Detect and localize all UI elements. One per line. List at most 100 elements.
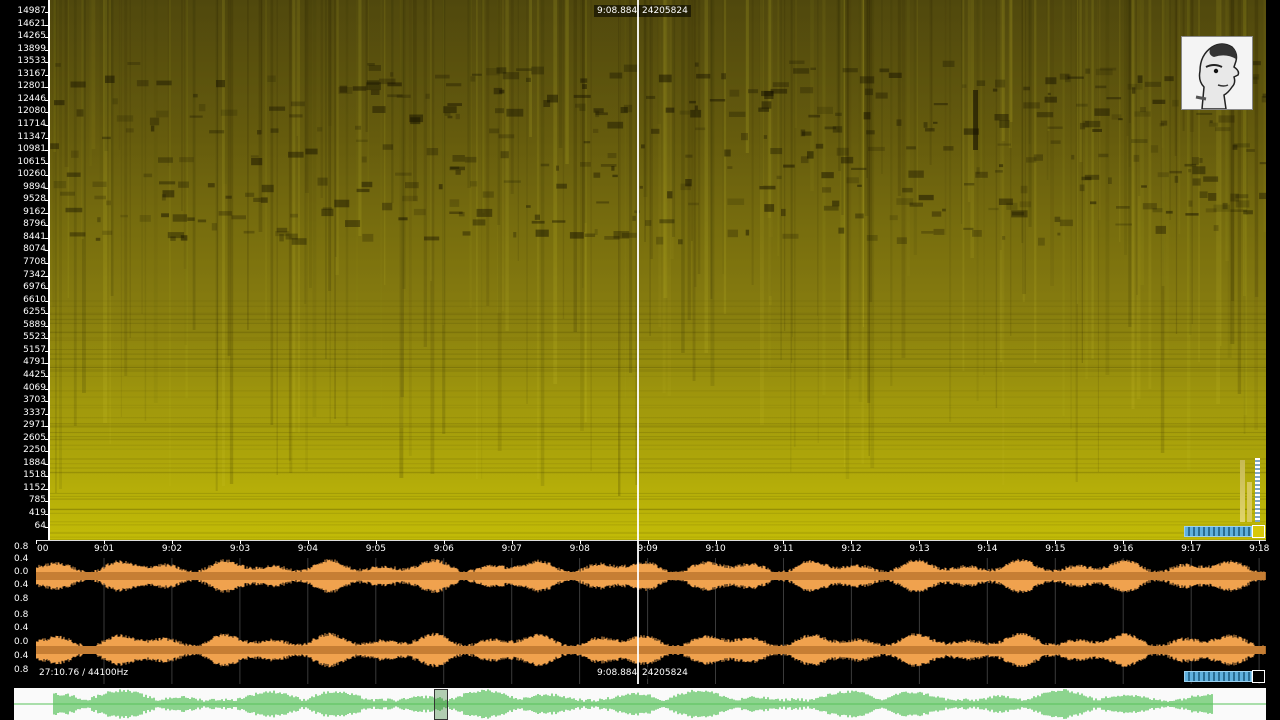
amplitude-label: 0.8 bbox=[14, 594, 29, 604]
frequency-tick bbox=[45, 350, 48, 352]
spectrogram-zoom-scrollbar[interactable] bbox=[1184, 526, 1252, 537]
frequency-label: 2605 bbox=[23, 432, 46, 443]
frequency-tick bbox=[45, 325, 48, 327]
frequency-tick bbox=[45, 501, 48, 503]
frequency-tick bbox=[45, 388, 48, 390]
time-tick bbox=[1123, 540, 1125, 544]
time-tick bbox=[1055, 540, 1057, 544]
time-tick bbox=[783, 540, 785, 544]
frequency-tick bbox=[45, 526, 48, 528]
amplitude-label: 0.8 bbox=[14, 665, 29, 675]
frequency-tick bbox=[45, 187, 48, 189]
time-tick bbox=[511, 540, 513, 544]
time-label: 9:05 bbox=[365, 544, 386, 554]
frequency-label: 2971 bbox=[23, 420, 46, 431]
time-label: 9:06 bbox=[433, 544, 454, 554]
frequency-label: 7342 bbox=[23, 269, 46, 280]
frequency-tick bbox=[45, 74, 48, 76]
amplitude-label: 0.8 bbox=[14, 610, 29, 620]
frequency-label: 6610 bbox=[23, 294, 46, 305]
overview-navigator[interactable] bbox=[14, 688, 1266, 720]
frequency-label: 14621 bbox=[17, 18, 46, 29]
frequency-tick bbox=[45, 99, 48, 101]
spectrogram-corner-button[interactable] bbox=[1252, 525, 1265, 538]
frequency-tick bbox=[45, 313, 48, 315]
level-meter-bar-right bbox=[1255, 458, 1260, 522]
time-label: 00 bbox=[37, 544, 49, 554]
frequency-label: 13899 bbox=[17, 43, 46, 54]
time-ruler[interactable]: 00 9:01 9:02 9:03 9:04 9:05 9:06 9:07 9:08 9:09 9:… bbox=[36, 540, 1270, 558]
frequency-label: 14987 bbox=[17, 6, 46, 16]
time-label: 9:09 bbox=[637, 544, 658, 554]
frequency-label: 1152 bbox=[23, 482, 46, 493]
frequency-tick bbox=[45, 300, 48, 302]
frequency-tick bbox=[45, 363, 48, 365]
frequency-label: 13533 bbox=[17, 56, 46, 67]
time-tick bbox=[307, 540, 309, 544]
amplitude-label: 0.4 bbox=[14, 623, 29, 633]
overview-viewport-handle[interactable] bbox=[434, 689, 448, 720]
frequency-tick bbox=[45, 175, 48, 177]
waveform-corner-button[interactable] bbox=[1252, 670, 1265, 683]
frequency-tick bbox=[45, 338, 48, 340]
frequency-label: 8074 bbox=[23, 244, 46, 255]
spectrogram-view[interactable] bbox=[50, 0, 1266, 540]
frequency-tick bbox=[45, 49, 48, 51]
time-tick bbox=[171, 540, 173, 544]
time-label: 9:14 bbox=[977, 544, 998, 554]
frequency-tick bbox=[45, 438, 48, 440]
time-tick bbox=[715, 540, 717, 544]
time-label: 9:07 bbox=[501, 544, 522, 554]
frequency-label: 9162 bbox=[23, 206, 46, 217]
cursor-time-readout: 9:08.884 bbox=[594, 5, 641, 17]
time-label: 9:17 bbox=[1181, 544, 1202, 554]
frequency-label: 5889 bbox=[23, 319, 46, 330]
time-label: 9:08 bbox=[569, 544, 590, 554]
time-label: 9:18 bbox=[1249, 544, 1270, 554]
frequency-tick bbox=[45, 124, 48, 126]
frequency-tick bbox=[45, 112, 48, 114]
audio-editor-window: 14987 14621 14265 13899 13533 13167 12801 12446… bbox=[0, 0, 1280, 720]
amplitude-label: 0.4 bbox=[14, 651, 29, 661]
level-meter-bar-left bbox=[1240, 460, 1245, 522]
time-tick bbox=[647, 540, 649, 544]
time-tick bbox=[443, 540, 445, 544]
time-label: 9:04 bbox=[297, 544, 319, 554]
frequency-tick bbox=[45, 288, 48, 290]
playback-cursor[interactable] bbox=[637, 0, 639, 684]
frequency-tick bbox=[45, 150, 48, 152]
face-profile-icon[interactable] bbox=[1181, 36, 1253, 110]
time-label: 9:01 bbox=[93, 544, 115, 554]
frequency-label: 9528 bbox=[23, 194, 46, 205]
frequency-label: 4425 bbox=[23, 369, 46, 380]
frequency-label: 10981 bbox=[17, 144, 46, 155]
frequency-tick bbox=[45, 451, 48, 453]
frequency-tick bbox=[45, 488, 48, 490]
time-label: 9:03 bbox=[229, 544, 251, 554]
frequency-label: 4069 bbox=[23, 382, 46, 393]
waveform-zoom-scrollbar[interactable] bbox=[1184, 671, 1252, 682]
time-tick bbox=[239, 540, 241, 544]
time-label: 9:13 bbox=[909, 544, 930, 554]
frequency-tick bbox=[45, 275, 48, 277]
frequency-tick bbox=[45, 401, 48, 403]
frequency-tick bbox=[45, 413, 48, 415]
time-label: 9:02 bbox=[161, 544, 183, 554]
frequency-tick bbox=[45, 375, 48, 377]
frequency-tick bbox=[45, 463, 48, 465]
time-tick bbox=[1191, 540, 1193, 544]
frequency-tick bbox=[45, 200, 48, 202]
time-ruler-line bbox=[36, 540, 1266, 541]
time-tick bbox=[851, 540, 853, 544]
frequency-label: 5157 bbox=[23, 344, 46, 355]
frequency-label: 12080 bbox=[17, 106, 46, 117]
waveform-view[interactable] bbox=[36, 558, 1266, 684]
time-tick bbox=[1259, 540, 1261, 544]
frequency-label: 11347 bbox=[17, 131, 46, 142]
frequency-tick bbox=[45, 62, 48, 64]
time-label: 9:11 bbox=[773, 544, 794, 554]
frequency-tick bbox=[45, 225, 48, 227]
frequency-axis: 14987 14621 14265 13899 13533 13167 12801 12446… bbox=[0, 0, 50, 540]
time-tick bbox=[919, 540, 921, 544]
frequency-label: 1884 bbox=[23, 457, 46, 468]
